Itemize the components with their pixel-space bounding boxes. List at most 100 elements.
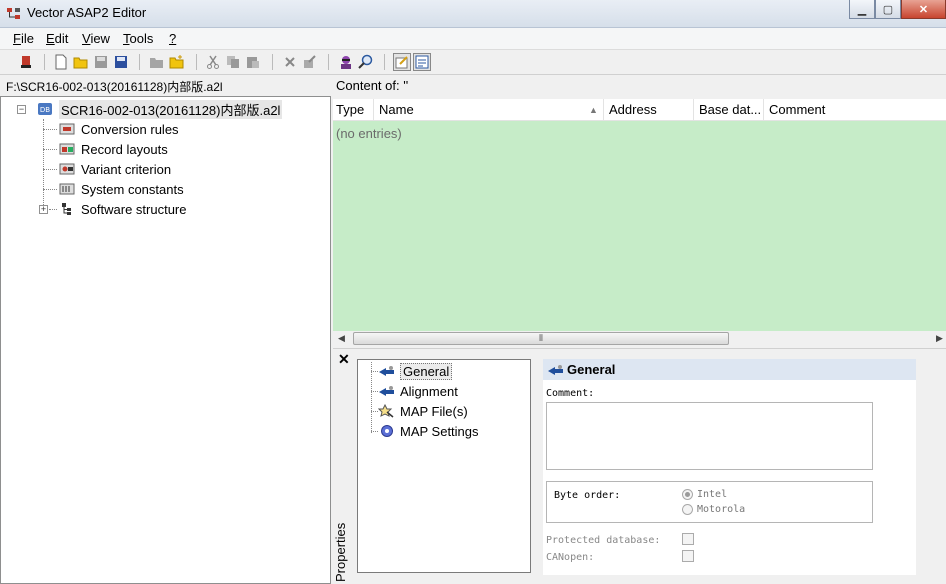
canopen-checkbox[interactable] [682, 550, 694, 562]
tree-root[interactable]: DB SCR16-002-013(20161128)内部版.a2l [37, 99, 283, 119]
new-file-icon[interactable] [52, 53, 70, 71]
copy-icon[interactable] [224, 53, 242, 71]
properties-tree-label: MAP File(s) [400, 403, 468, 419]
menu-edit[interactable]: Edit [46, 31, 68, 46]
import-icon[interactable] [148, 53, 166, 71]
expand-software-structure-toggle[interactable]: + [39, 205, 48, 214]
tree-item-label: Variant criterion [81, 161, 172, 177]
tree-item-conversion-rules[interactable]: Conversion rules [59, 120, 179, 138]
column-name[interactable]: Name [379, 102, 414, 117]
canopen-label: CANopen: [546, 552, 595, 563]
save-icon[interactable] [92, 53, 110, 71]
notepad-icon[interactable] [413, 53, 431, 71]
properties-tree-label: Alignment [400, 383, 458, 399]
radio-intel[interactable]: Intel [682, 489, 727, 500]
maximize-button[interactable]: ▢ [875, 0, 901, 19]
protected-database-label: Protected database: [546, 535, 661, 546]
toolbar [0, 50, 946, 75]
comment-textarea[interactable] [546, 402, 873, 470]
column-comment[interactable]: Comment [769, 102, 825, 117]
map-files-icon [378, 404, 394, 418]
menu-view[interactable]: View [82, 31, 110, 46]
radio-motorola-label: Motorola [697, 504, 746, 515]
minimize-button[interactable]: ▁ [849, 0, 875, 19]
delete-icon[interactable] [281, 53, 299, 71]
close-properties-icon[interactable]: ✕ [338, 351, 350, 368]
svg-text:DB: DB [40, 106, 50, 114]
tree-item-label: Conversion rules [81, 121, 179, 137]
cut-icon[interactable] [204, 53, 222, 71]
properties-tree-alignment[interactable]: Alignment [378, 382, 458, 400]
column-address[interactable]: Address [609, 102, 657, 117]
title-bar: Vector ASAP2 Editor ▁ ▢ ✕ [0, 0, 946, 28]
content-of-label: Content of: '' [333, 76, 946, 96]
scroll-right-icon[interactable]: ▶ [936, 333, 943, 344]
tree-item-variant-criterion[interactable]: Variant criterion [59, 160, 171, 178]
menu-help[interactable]: ? [169, 31, 176, 46]
exit-icon[interactable] [17, 53, 35, 71]
edit-icon[interactable] [393, 53, 411, 71]
properties-panel: ✕ Properties General Alignment MAP File(… [333, 348, 946, 584]
general-panel-header: General [543, 359, 916, 380]
radio-intel-label: Intel [697, 489, 728, 500]
radio-motorola[interactable]: Motorola [682, 504, 745, 515]
protected-database-checkbox[interactable] [682, 533, 694, 545]
byte-order-group: Byte order: Intel Motorola [546, 481, 873, 523]
tree-item-label: Software structure [81, 201, 187, 217]
tree-item-system-constants[interactable]: System constants [59, 180, 184, 198]
properties-tree-map-settings[interactable]: MAP Settings [378, 422, 479, 440]
sort-ascending-icon: ▲ [589, 105, 598, 115]
tree-item-label: System constants [81, 181, 184, 197]
horizontal-scrollbar[interactable]: ◀ ⦀ ▶ [333, 331, 946, 347]
tree-item-label: Record layouts [81, 141, 168, 157]
project-tree: − DB SCR16-002-013(20161128)内部版.a2l Conv… [0, 96, 331, 584]
software-structure-icon [62, 203, 71, 215]
properties-tree-map-files[interactable]: MAP File(s) [378, 402, 468, 420]
properties-tree-general[interactable]: General [378, 362, 453, 380]
radio-intel-indicator[interactable] [682, 489, 693, 500]
app-icon [7, 8, 20, 19]
window-title: Vector ASAP2 Editor [27, 5, 147, 20]
save-as-icon[interactable] [112, 53, 130, 71]
record-layouts-icon [59, 143, 75, 155]
comment-label: Comment: [546, 388, 595, 399]
system-constants-icon [59, 183, 75, 195]
collapse-root-toggle[interactable]: − [17, 105, 26, 114]
properties-tree-label: General [400, 362, 453, 380]
database-icon: DB [38, 103, 52, 115]
list-header: Type Name ▲ Address Base dat... Comment [333, 99, 946, 121]
open-folder-icon[interactable] [72, 53, 90, 71]
tree-item-record-layouts[interactable]: Record layouts [59, 140, 168, 158]
no-entries-text: (no entries) [336, 126, 402, 141]
close-button[interactable]: ✕ [901, 0, 946, 19]
general-panel-title: General [567, 362, 616, 377]
search-icon[interactable] [357, 53, 375, 71]
byte-order-label: Byte order: [554, 490, 621, 501]
user-icon[interactable] [337, 53, 355, 71]
menu-file[interactable]: File [13, 31, 34, 46]
column-type[interactable]: Type [336, 102, 364, 117]
properties-icon[interactable] [301, 53, 319, 71]
scroll-left-icon[interactable]: ◀ [338, 333, 345, 344]
alignment-icon [379, 386, 394, 396]
tree-item-software-structure[interactable]: Software structure [59, 200, 187, 218]
conversion-rules-icon [59, 123, 75, 135]
map-settings-icon [381, 425, 393, 437]
menu-bar: File Edit View Tools ? [0, 28, 946, 50]
new-folder-icon[interactable] [168, 53, 186, 71]
scroll-thumb[interactable]: ⦀ [353, 332, 729, 345]
general-icon [548, 364, 563, 375]
radio-motorola-indicator[interactable] [682, 504, 693, 515]
content-list[interactable]: (no entries) [333, 121, 946, 331]
tree-root-label: SCR16-002-013(20161128)内部版.a2l [59, 99, 283, 119]
properties-tree-label: MAP Settings [400, 423, 479, 439]
paste-icon[interactable] [244, 53, 262, 71]
column-base-data[interactable]: Base dat... [699, 102, 761, 117]
menu-tools[interactable]: Tools [123, 31, 153, 46]
properties-vertical-label: Properties [333, 522, 348, 582]
file-path: F:\SCR16-002-013(20161128)内部版.a2l [0, 76, 330, 96]
properties-tree: General Alignment MAP File(s) MAP Settin… [357, 359, 531, 573]
variant-criterion-icon [59, 163, 75, 175]
general-panel: Comment: Byte order: Intel Motorola Prot… [543, 380, 916, 575]
general-icon [379, 366, 394, 376]
